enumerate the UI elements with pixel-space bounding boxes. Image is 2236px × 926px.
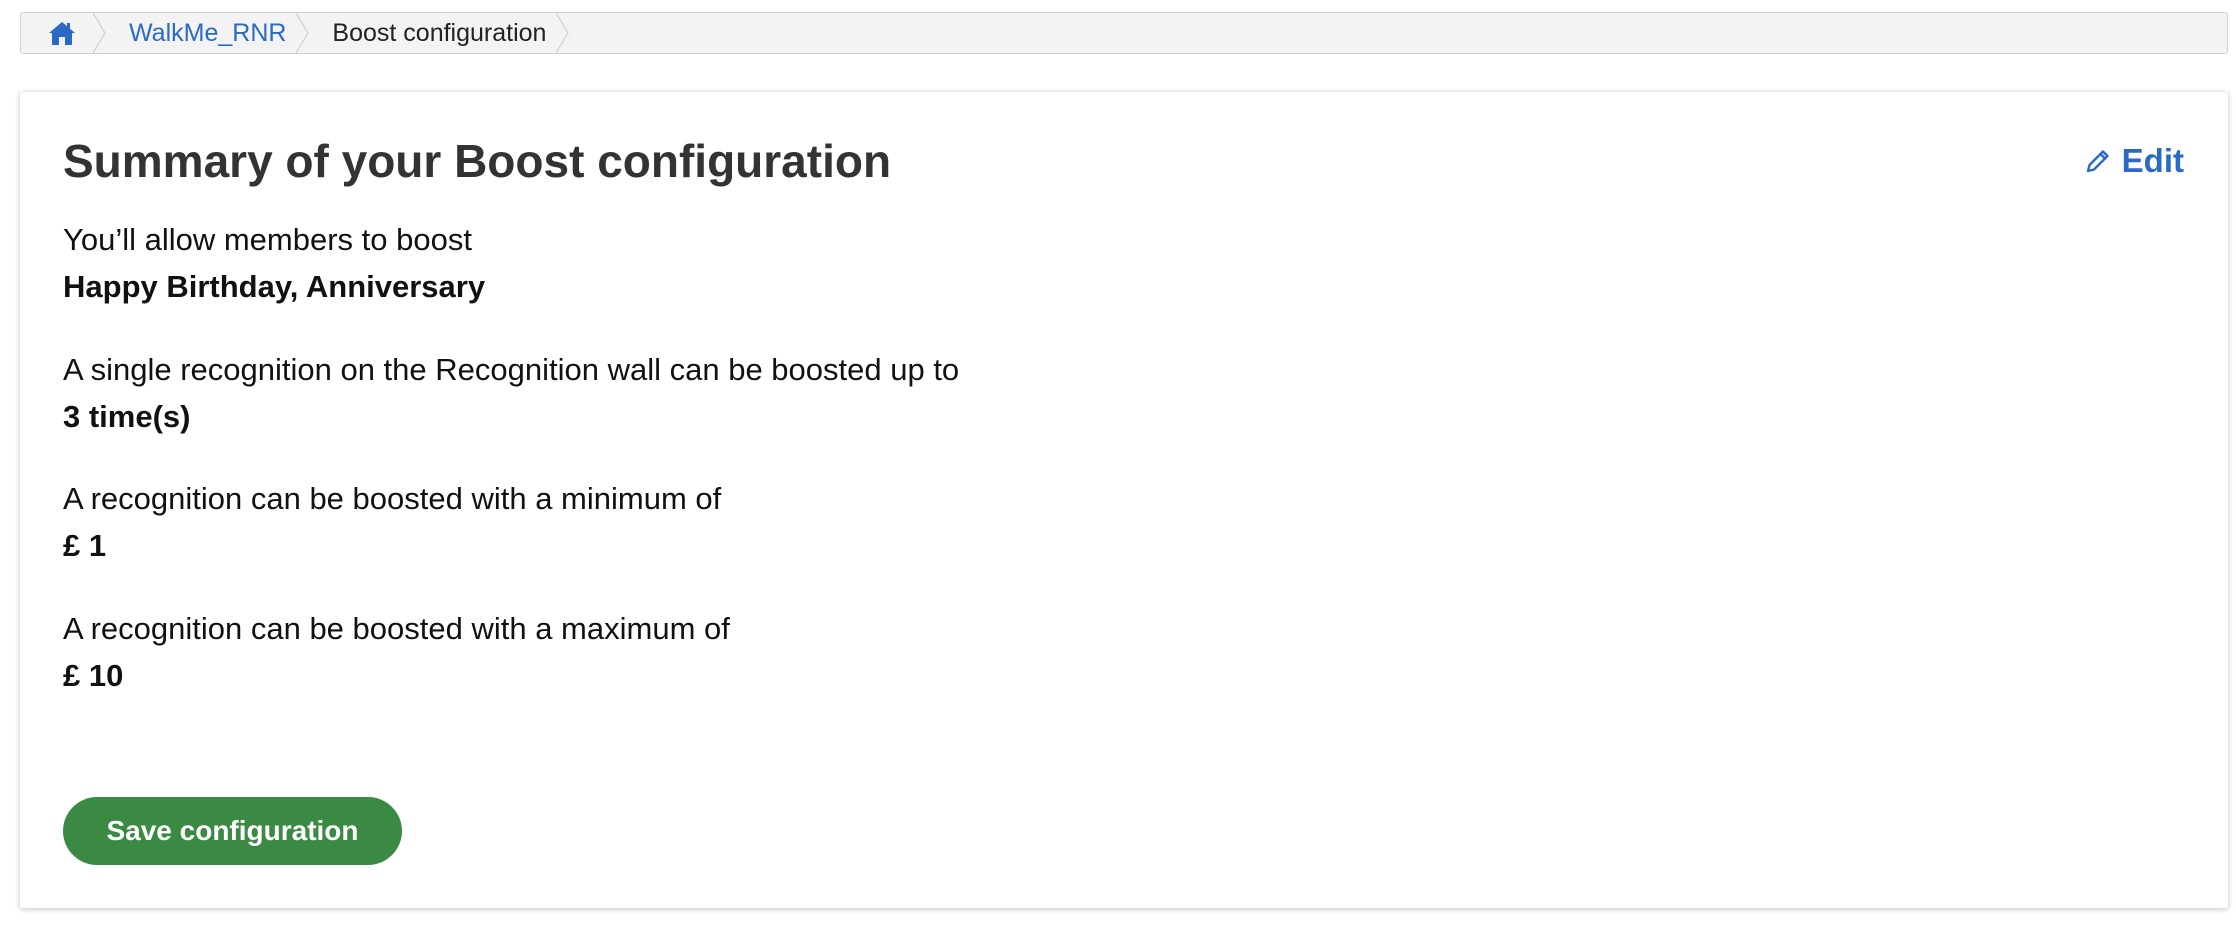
breadcrumb-link[interactable]: WalkMe_RNR [129, 19, 286, 48]
boost-categories-section: You’ll allow members to boost Happy Birt… [63, 224, 485, 302]
section-value: Happy Birthday, Anniversary [63, 269, 486, 304]
summary-card: Summary of your Boost configuration Edit… [20, 92, 2228, 908]
boost-maximum-section: A recognition can be boosted with a maxi… [63, 613, 730, 691]
boost-minimum-section: A recognition can be boosted with a mini… [63, 483, 721, 561]
breadcrumb-item-walkme-rnr[interactable]: WalkMe_RNR [103, 13, 310, 53]
section-label: You’ll allow members to boost [63, 222, 472, 257]
section-label: A recognition can be boosted with a maxi… [63, 611, 730, 646]
breadcrumb-home[interactable] [21, 13, 106, 53]
section-label: A recognition can be boosted with a mini… [63, 481, 722, 516]
breadcrumb-current-label: Boost configuration [332, 18, 547, 47]
breadcrumb: WalkMe_RNR Boost configuration [20, 12, 2228, 54]
breadcrumb-item-current: Boost configuration [306, 13, 570, 53]
section-value: £ 10 [63, 658, 124, 693]
edit-button[interactable]: Edit [2084, 142, 2184, 180]
breadcrumb-separator [296, 13, 310, 53]
page-title: Summary of your Boost configuration [63, 135, 892, 187]
breadcrumb-separator [93, 13, 106, 53]
section-value: 3 time(s) [63, 399, 191, 434]
breadcrumb-separator [556, 13, 570, 53]
pencil-icon [2086, 150, 2109, 173]
boost-limit-section: A single recognition on the Recognition … [63, 354, 959, 432]
edit-label[interactable]: Edit [2122, 142, 2184, 180]
section-value: £ 1 [63, 528, 107, 563]
home-icon[interactable] [47, 19, 77, 47]
section-label: A single recognition on the Recognition … [63, 352, 960, 387]
save-configuration-button[interactable]: Save configuration [63, 797, 402, 865]
